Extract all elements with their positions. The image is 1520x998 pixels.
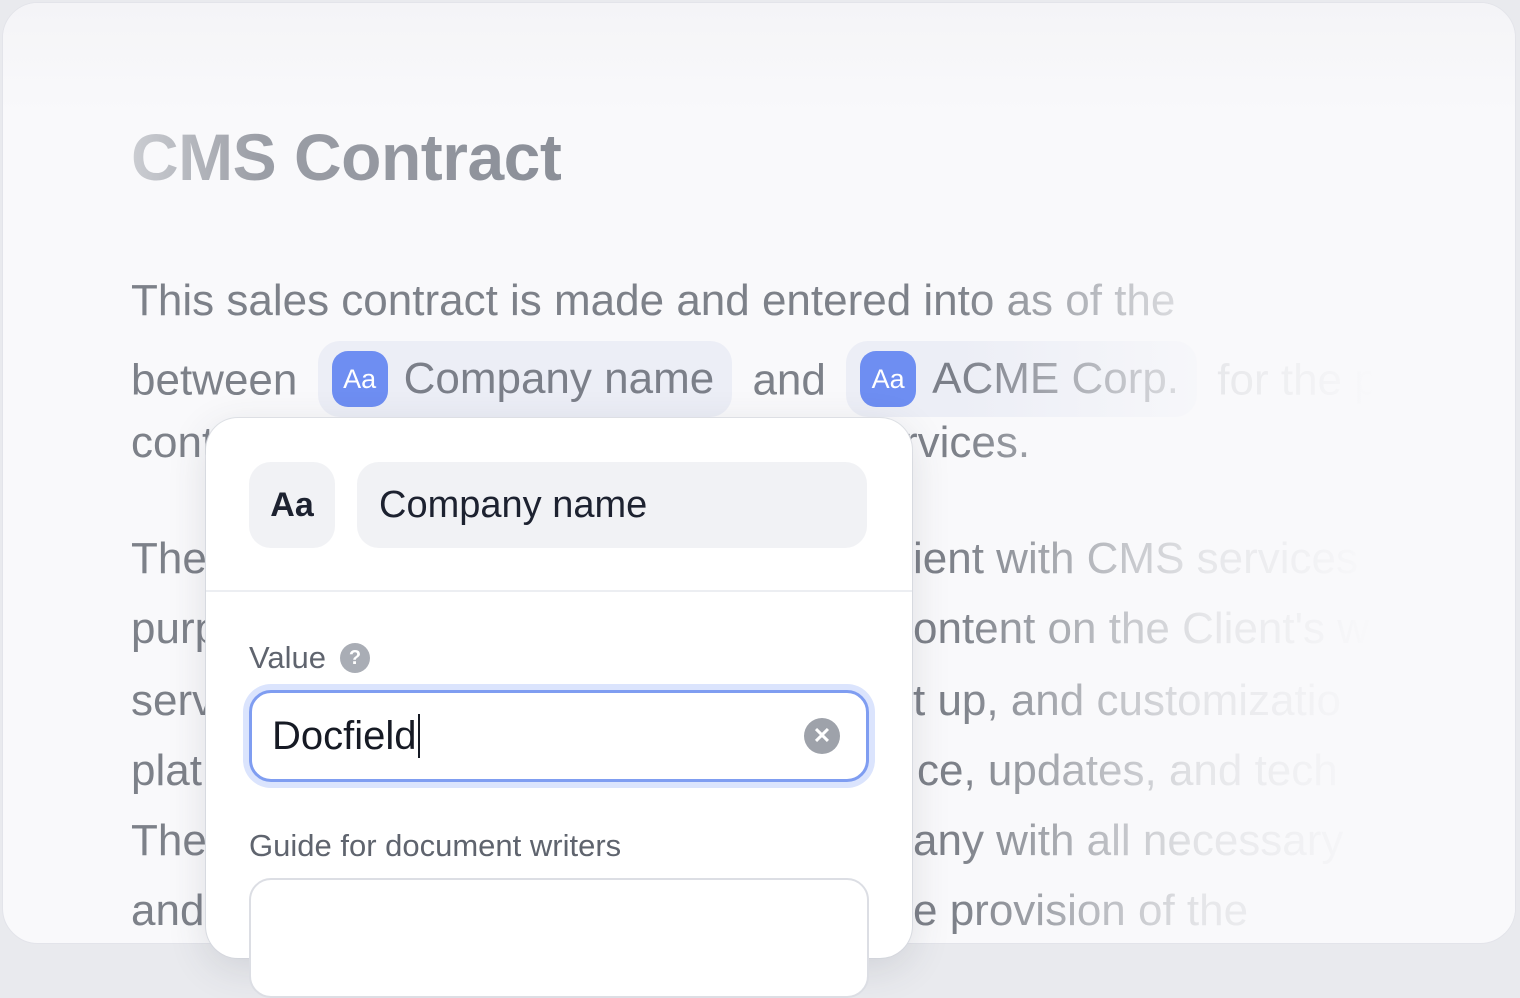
line-text-left: The <box>131 534 207 583</box>
line-text-right: ient with CMS services <box>913 534 1359 583</box>
text-type-icon: Aa <box>860 351 917 407</box>
guide-textarea[interactable] <box>249 878 869 998</box>
text-type-icon: Aa <box>331 351 388 407</box>
paragraph-line: between Aa Company name and Aa ACME Corp… <box>131 341 1379 421</box>
line-text-right: t up, and customizatio <box>913 676 1342 725</box>
line-text-left: cont <box>131 418 215 467</box>
paragraph-line: The any with all necessary <box>131 815 1343 867</box>
line-text-right: any with all necessary <box>913 816 1344 865</box>
acme-corp-field-chip[interactable]: Aa ACME Corp. <box>846 341 1198 417</box>
paragraph-line: and e provision of the <box>131 885 1248 937</box>
chip-label: Company name <box>403 354 715 403</box>
company-name-field-chip[interactable]: Aa Company name <box>317 341 733 417</box>
field-type-button[interactable]: Aa <box>249 462 335 548</box>
value-label-row: Value ? <box>249 640 370 676</box>
top-fade-overlay <box>3 3 1515 113</box>
line-text-right: ontent on the Client's w <box>913 604 1370 653</box>
paragraph-line: serv t up, and customizatio <box>131 675 1341 727</box>
line-text-left: and <box>131 886 205 935</box>
line-text-right: rvices. <box>903 418 1031 467</box>
line-text-right: ce, updates, and tech <box>917 746 1338 795</box>
paragraph-line: The ient with CMS services <box>131 533 1358 585</box>
field-name-input[interactable]: Company name <box>357 462 867 548</box>
clear-x-circle-icon[interactable]: ✕ <box>804 718 840 754</box>
page-title: CMS Contract <box>131 120 562 194</box>
guide-label: Guide for document writers <box>249 828 622 863</box>
line-text-left: serv <box>131 676 215 725</box>
guide-label-row: Guide for document writers <box>249 828 621 864</box>
divider <box>206 590 912 592</box>
chip-label: ACME Corp. <box>932 354 1180 403</box>
question-circle-icon[interactable]: ? <box>340 643 370 673</box>
paragraph-line: This sales contract is made and entered … <box>131 275 1175 327</box>
value-label: Value <box>249 640 326 675</box>
line-text: and <box>752 355 826 405</box>
value-input[interactable]: Docfield ✕ <box>249 690 869 782</box>
line-text-right: e provision of the <box>913 886 1249 935</box>
line-text-left: plat <box>131 746 202 795</box>
paragraph-line: cont rvices. <box>131 417 1030 469</box>
text-caret <box>417 714 420 758</box>
line-text-left: The <box>131 816 207 865</box>
line-text: for the p <box>1217 355 1379 405</box>
paragraph-line: plat ce, updates, and tech <box>131 745 1338 797</box>
line-text: This sales contract is made and entered … <box>131 276 1176 325</box>
value-input-text: Docfield <box>272 713 417 758</box>
field-editor-popover: Aa Company name Value ? Docfield ✕ Guide… <box>206 418 912 998</box>
line-text: between <box>131 355 298 405</box>
